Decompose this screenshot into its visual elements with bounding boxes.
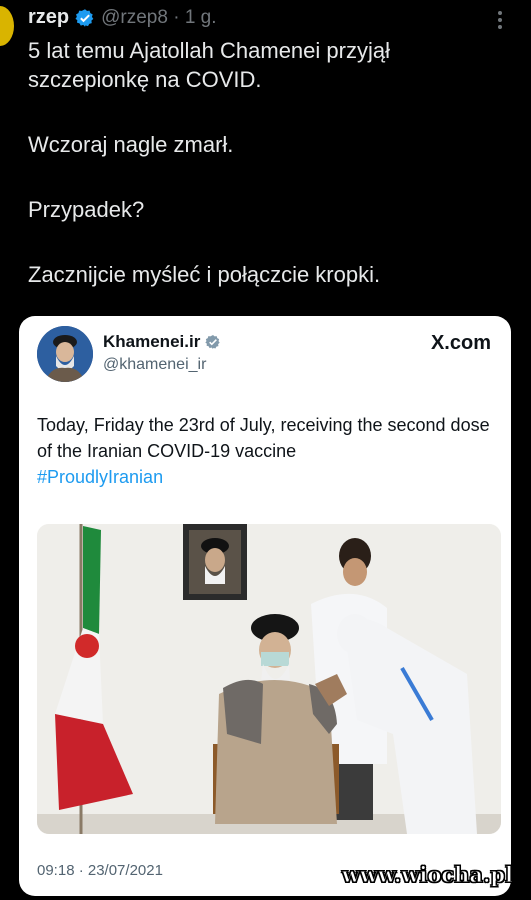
tweet-paragraph: Zacznijcie myśleć i połączcie kropki.: [28, 262, 381, 287]
x-logo: X.com: [430, 332, 491, 354]
site-watermark: www.wiocha.pl: [341, 862, 513, 888]
verified-badge-icon: [75, 8, 94, 27]
author-display-name[interactable]: rzep: [28, 6, 69, 29]
author-handle-time[interactable]: @rzep8 · 1 g.: [101, 7, 216, 29]
more-icon[interactable]: [497, 8, 503, 32]
quoted-photo[interactable]: [37, 524, 501, 834]
tweet-paragraph: Przypadek?: [28, 197, 145, 222]
quoted-name-row: Khamenei.ir: [103, 332, 221, 352]
author-avatar[interactable]: [0, 6, 14, 46]
tweet-paragraph: 5 lat temu Ajatollah Chamenei przyjął sz…: [28, 38, 390, 92]
tweet-paragraph: Wczoraj nagle zmarł.: [28, 132, 234, 157]
vaccination-photo-image: [37, 524, 501, 834]
tweet-text: 5 lat temu Ajatollah Chamenei przyjął sz…: [28, 36, 508, 325]
quoted-tweet-card[interactable]: Khamenei.ir @khamenei_ir X.com Today, Fr…: [19, 316, 511, 896]
quoted-handle[interactable]: @khamenei_ir: [103, 356, 206, 374]
quoted-author-avatar[interactable]: [37, 326, 93, 382]
hashtag-link[interactable]: #ProudlyIranian: [37, 464, 497, 490]
quoted-display-name[interactable]: Khamenei.ir: [103, 332, 200, 352]
quoted-timestamp[interactable]: 09:18 · 23/07/2021: [37, 862, 163, 879]
avatar-portrait-image: [37, 326, 93, 382]
verified-badge-icon: [205, 335, 220, 349]
tweet-header: rzep @rzep8 · 1 g.: [28, 6, 217, 29]
quoted-body: Today, Friday the 23rd of July, receivin…: [37, 415, 490, 461]
quoted-text: Today, Friday the 23rd of July, receivin…: [37, 412, 497, 490]
